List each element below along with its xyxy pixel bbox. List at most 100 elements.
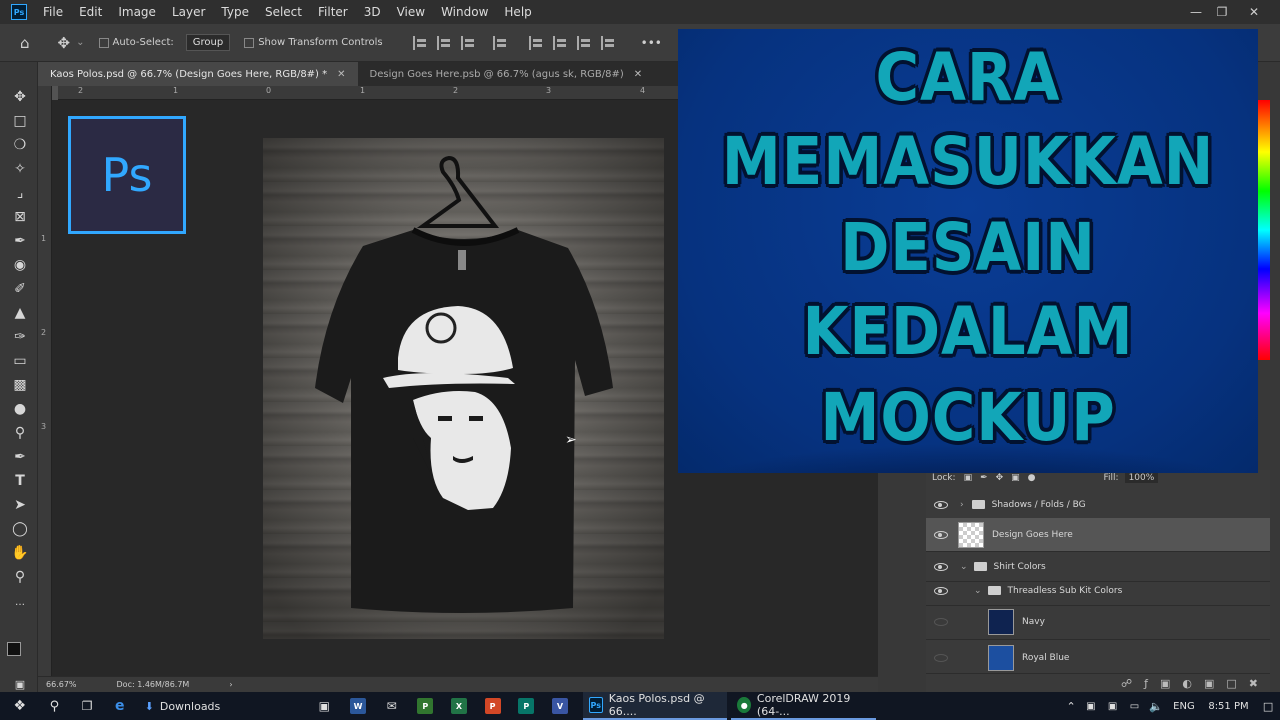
hand-tool-icon[interactable]: ✋ <box>10 544 30 562</box>
powerpoint-icon[interactable]: P <box>476 692 510 720</box>
auto-select-dropdown[interactable]: Group <box>185 34 231 51</box>
eye-icon[interactable] <box>934 586 948 595</box>
auto-select-checkbox[interactable] <box>98 36 113 49</box>
distribute-vertical-icon[interactable] <box>600 35 617 50</box>
downloads-taskbar-button[interactable]: ⬇ Downloads <box>135 692 231 720</box>
layer-row-navy[interactable]: Navy <box>926 604 1270 640</box>
gradient-tool-icon[interactable]: ▩ <box>10 376 30 394</box>
eraser-tool-icon[interactable]: ▭ <box>10 352 30 370</box>
move-tool-icon[interactable]: ✥ <box>58 34 71 52</box>
task-view-icon[interactable]: ❐ <box>69 692 105 720</box>
layer-row-design-goes-here[interactable]: Design Goes Here <box>926 518 1270 552</box>
menu-layer[interactable]: Layer <box>164 5 213 19</box>
more-options-button[interactable]: ••• <box>641 36 662 50</box>
chevron-down-icon[interactable]: ⌄ <box>974 586 982 596</box>
restore-icon[interactable]: ❐ <box>1208 0 1236 24</box>
layer-row-royal-blue[interactable]: Royal Blue <box>926 642 1270 674</box>
menu-select[interactable]: Select <box>257 5 310 19</box>
stamp-tool-icon[interactable]: ▲ <box>10 304 30 322</box>
align-bottom-icon[interactable] <box>576 35 593 50</box>
zoom-level[interactable]: 66.67% <box>46 680 77 689</box>
menu-filter[interactable]: Filter <box>310 5 356 19</box>
start-windows-icon[interactable]: ❖ <box>0 692 40 720</box>
photoshop-taskbar-button[interactable]: Ps Kaos Polos.psd @ 66.... <box>582 692 728 720</box>
path-selection-icon[interactable]: ➤ <box>10 496 30 514</box>
minimize-icon[interactable]: — <box>1182 0 1210 24</box>
magic-wand-icon[interactable]: ✧ <box>10 160 30 178</box>
align-middle-icon[interactable] <box>552 35 569 50</box>
tab-design-goes-here[interactable]: Design Goes Here.psb @ 66.7% (agus sk, R… <box>357 62 655 86</box>
blur-tool-icon[interactable]: ● <box>10 400 30 418</box>
menu-type[interactable]: Type <box>213 5 257 19</box>
menu-edit[interactable]: Edit <box>71 5 110 19</box>
eye-icon[interactable] <box>934 500 948 509</box>
more-tools-icon[interactable]: … <box>10 594 30 612</box>
visio-icon[interactable]: V <box>543 692 577 720</box>
brush-tool-icon[interactable]: ✐ <box>10 280 30 298</box>
eye-off-icon[interactable] <box>934 653 948 662</box>
foreground-color-swatch[interactable] <box>7 642 21 656</box>
align-top-icon[interactable] <box>528 35 545 50</box>
eyedropper-icon[interactable]: ✒ <box>10 232 30 250</box>
menu-help[interactable]: Help <box>496 5 539 19</box>
healing-brush-icon[interactable]: ◉ <box>10 256 30 274</box>
eye-icon[interactable] <box>934 530 948 539</box>
type-tool-icon[interactable]: T <box>10 472 30 490</box>
layer-row-threadless[interactable]: ⌄ Threadless Sub Kit Colors <box>926 576 1270 606</box>
align-left-icon[interactable] <box>412 35 429 50</box>
crop-tool-icon[interactable]: ⌟ <box>10 184 30 202</box>
language-indicator[interactable]: ENG <box>1167 692 1201 720</box>
tab-kaos-polos[interactable]: Kaos Polos.psd @ 66.7% (Design Goes Here… <box>38 62 358 86</box>
store-icon[interactable]: ▣ <box>308 692 342 720</box>
dodge-tool-icon[interactable]: ⚲ <box>10 424 30 442</box>
move-tool-icon[interactable]: ✥ <box>10 88 30 106</box>
layers-footer-icons[interactable]: ☍ƒ▣◐▣□✖ <box>926 674 1270 692</box>
eye-icon[interactable] <box>934 562 948 571</box>
tray-up-icon[interactable]: ⌃ <box>1062 692 1080 720</box>
close-tab-icon[interactable]: ✕ <box>337 69 345 80</box>
fill-input[interactable]: 100% <box>1124 473 1159 483</box>
document-canvas[interactable]: ➢ <box>263 138 664 639</box>
close-icon[interactable]: ✕ <box>1240 0 1268 24</box>
menu-file[interactable]: File <box>35 5 71 19</box>
home-icon[interactable]: ⌂ <box>20 34 30 52</box>
distribute-icon[interactable] <box>492 35 509 50</box>
chevron-down-icon[interactable]: ⌄ <box>76 37 84 48</box>
close-tab-icon[interactable]: ✕ <box>634 69 642 80</box>
zoom-tool-icon[interactable]: ⚲ <box>10 568 30 586</box>
align-center-icon[interactable] <box>436 35 453 50</box>
project-icon[interactable]: P <box>408 692 442 720</box>
volume-icon[interactable]: 🔈 <box>1145 692 1167 720</box>
marquee-tool-icon[interactable]: □ <box>10 112 30 130</box>
chevron-right-icon[interactable]: › <box>960 500 964 510</box>
edge-icon[interactable]: e <box>105 692 135 720</box>
word-icon[interactable]: W <box>341 692 375 720</box>
menu-view[interactable]: View <box>389 5 433 19</box>
excel-icon[interactable]: X <box>442 692 476 720</box>
align-right-icon[interactable] <box>460 35 477 50</box>
status-arrow-icon[interactable]: › <box>229 680 232 689</box>
show-transform-checkbox[interactable] <box>244 36 258 49</box>
frame-tool-icon[interactable]: ⊠ <box>10 208 30 226</box>
shape-tool-icon[interactable]: ◯ <box>10 520 30 538</box>
publisher-icon[interactable]: P <box>509 692 543 720</box>
history-brush-icon[interactable]: ✑ <box>10 328 30 346</box>
coreldraw-taskbar-button[interactable]: ● CorelDRAW 2019 (64-... <box>731 692 877 720</box>
clock[interactable]: 8:51 PM <box>1201 692 1256 720</box>
tray-network-icon[interactable]: ▣ <box>1102 692 1124 720</box>
layer-row-shadows[interactable]: › Shadows / Folds / BG <box>926 490 1270 520</box>
lasso-tool-icon[interactable]: ❍ <box>10 136 30 154</box>
chevron-down-icon[interactable]: ⌄ <box>960 562 968 572</box>
color-spectrum[interactable] <box>1258 100 1270 360</box>
menu-image[interactable]: Image <box>110 5 164 19</box>
tray-app-icon[interactable]: ▣ <box>1080 692 1102 720</box>
menu-window[interactable]: Window <box>433 5 496 19</box>
notifications-icon[interactable]: □ <box>1256 692 1280 720</box>
menu-3d[interactable]: 3D <box>356 5 389 19</box>
mail-icon[interactable]: ✉ <box>375 692 409 720</box>
eye-off-icon[interactable] <box>934 617 948 626</box>
search-icon[interactable]: ⚲ <box>40 692 70 720</box>
lock-icons[interactable]: ▣✒✥▣● <box>964 473 1044 483</box>
pen-tool-icon[interactable]: ✒ <box>10 448 30 466</box>
battery-icon[interactable]: ▭ <box>1124 692 1146 720</box>
